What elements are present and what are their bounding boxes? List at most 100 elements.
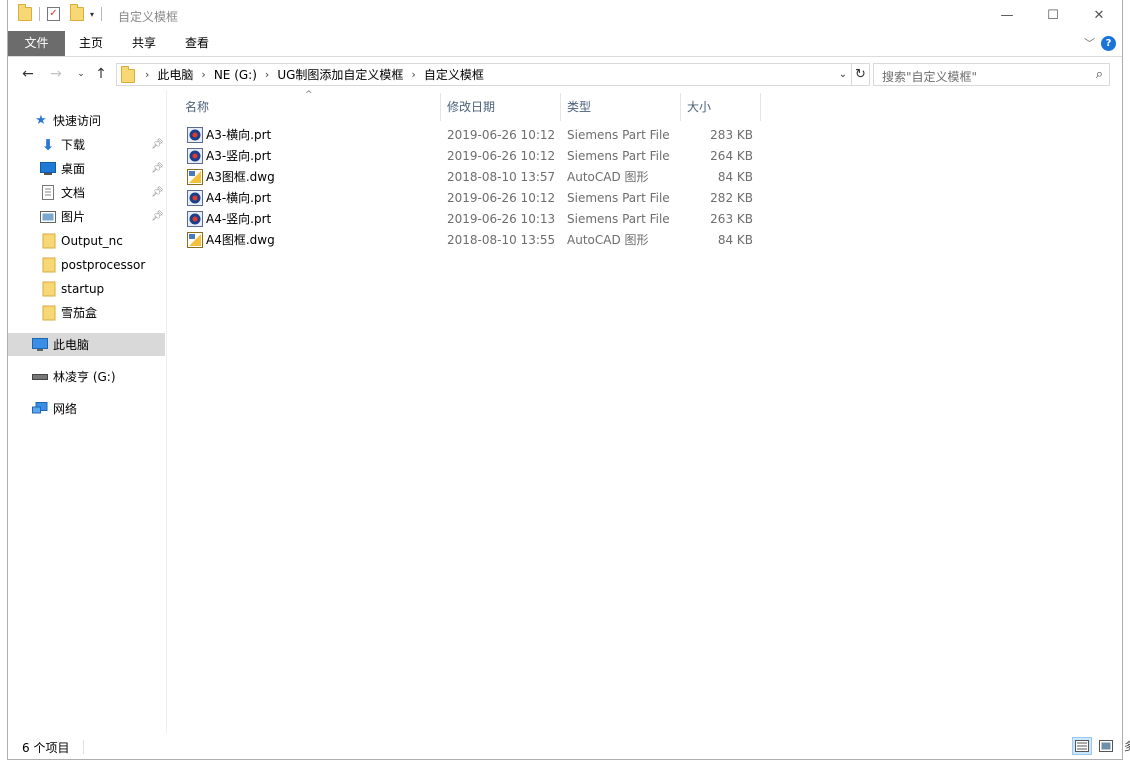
sidebar-item-cigar-box[interactable]: 雪茄盒: [8, 301, 165, 324]
sidebar-item-pictures[interactable]: 图片 📌︎: [8, 205, 165, 228]
sidebar-item-startup[interactable]: startup: [8, 277, 165, 300]
file-row[interactable]: A3-竖向.prt 2019-06-26 10:12 Siemens Part Fi…: [167, 146, 767, 167]
minimize-button[interactable]: —: [984, 0, 1030, 31]
new-folder-icon[interactable]: [70, 4, 84, 21]
sidebar-item-label: startup: [61, 281, 105, 296]
back-button[interactable]: ←: [18, 64, 38, 84]
search-icon[interactable]: ⌕: [1096, 67, 1103, 82]
chevron-right-icon[interactable]: ›: [263, 68, 271, 81]
sort-ascending-icon: ^: [305, 90, 313, 100]
file-modified-date: 2019-06-26 10:12: [447, 149, 556, 163]
file-name: A4图框.dwg: [206, 233, 275, 247]
sidebar-item-desktop[interactable]: 桌面 📌︎: [8, 157, 165, 180]
file-row[interactable]: A4-横向.prt 2019-06-26 10:12 Siemens Part Fi…: [167, 188, 767, 209]
address-bar[interactable]: › 此电脑 › NE (G:) › UG制图添加自定义模框 › 自定义模框 ⌄ …: [116, 63, 870, 86]
sidebar-item-label: 此电脑: [53, 338, 90, 352]
file-row[interactable]: A3图框.dwg 2018-08-10 13:57 AutoCAD 图形 84 KB: [167, 167, 767, 188]
file-size: 264 KB: [710, 149, 753, 163]
sidebar-item-drive-g[interactable]: 林凌亨 (G:): [8, 365, 165, 388]
chevron-right-icon[interactable]: ›: [143, 68, 151, 81]
file-row[interactable]: A4-竖向.prt 2019-06-26 10:13 Siemens Part Fi…: [167, 209, 767, 230]
document-icon: [40, 185, 56, 201]
column-divider[interactable]: [680, 93, 681, 121]
column-divider[interactable]: [760, 93, 761, 121]
sidebar-item-label: Output_nc: [61, 233, 123, 248]
breadcrumb-current-folder[interactable]: 自定义模框: [418, 66, 490, 83]
up-button[interactable]: ↑: [91, 64, 111, 84]
column-header-label: 名称: [185, 99, 210, 114]
pin-icon[interactable]: 📌︎: [151, 163, 164, 174]
file-modified-date: 2018-08-10 13:55: [447, 233, 556, 247]
nx-part-icon: [187, 211, 203, 227]
breadcrumb-parent-folder[interactable]: UG制图添加自定义模框: [271, 66, 409, 83]
desktop-icon: [40, 161, 56, 177]
close-button[interactable]: ✕: [1076, 0, 1122, 31]
expand-ribbon-icon[interactable]: ﹀: [1084, 35, 1095, 51]
column-header-label: 类型: [567, 99, 592, 114]
sidebar-item-postprocessor[interactable]: postprocessor: [8, 253, 165, 276]
status-divider: [83, 740, 84, 754]
maximize-button[interactable]: ☐: [1030, 0, 1076, 31]
search-box[interactable]: 搜索"自定义模框" ⌕: [873, 63, 1110, 86]
details-view-button[interactable]: [1072, 737, 1092, 755]
large-icons-view-button[interactable]: [1096, 737, 1116, 755]
pin-icon[interactable]: 📌︎: [151, 187, 164, 198]
column-divider[interactable]: [560, 93, 561, 121]
folder-icon: [41, 305, 57, 321]
file-size: 84 KB: [717, 233, 753, 247]
drive-icon: [32, 369, 48, 385]
tab-home[interactable]: 主页: [65, 31, 117, 56]
file-list: 名称 ^ 修改日期 类型 大小 A3-横向.prt 2019-06-26 10:1…: [167, 90, 1122, 733]
pin-icon[interactable]: 📌︎: [151, 139, 164, 150]
sidebar-item-output-nc[interactable]: Output_nc: [8, 229, 165, 252]
address-history-dropdown[interactable]: ⌄: [835, 69, 851, 80]
pin-icon[interactable]: 📌︎: [151, 211, 164, 222]
file-row[interactable]: A3-横向.prt 2019-06-26 10:12 Siemens Part Fi…: [167, 125, 767, 146]
column-header-type[interactable]: 类型: [567, 90, 677, 122]
navigation-bar: ← → ⌄ ↑ › 此电脑 › NE (G:) › UG制图添加自定义模框 › …: [8, 58, 1122, 90]
breadcrumb-drive[interactable]: NE (G:): [208, 68, 263, 82]
sidebar-item-documents[interactable]: 文档 📌︎: [8, 181, 165, 204]
column-header-date[interactable]: 修改日期: [447, 90, 557, 122]
sidebar-item-label: 桌面: [61, 162, 86, 176]
customize-toolbar-icon[interactable]: ▾: [90, 10, 94, 19]
column-header-size[interactable]: 大小: [687, 90, 757, 122]
ribbon-tabs: 文件 主页 共享 查看 ﹀ ?: [8, 31, 1122, 57]
tab-view[interactable]: 查看: [171, 31, 223, 56]
tab-file[interactable]: 文件: [8, 31, 65, 56]
recent-locations-button[interactable]: ⌄: [71, 64, 91, 84]
refresh-icon[interactable]: ↻: [851, 64, 869, 85]
sidebar-item-network[interactable]: 网络: [8, 397, 165, 420]
quick-access-toolbar: ✓ ▾: [18, 4, 105, 21]
properties-icon[interactable]: ✓: [47, 7, 60, 21]
window-title: 自定义模框: [118, 10, 179, 24]
details-view-icon: [1075, 740, 1089, 752]
dwg-icon: [187, 232, 203, 248]
sidebar-item-quick-access[interactable]: ★ 快速访问: [8, 109, 165, 132]
column-header-label: 修改日期: [447, 99, 496, 114]
file-row[interactable]: A4图框.dwg 2018-08-10 13:55 AutoCAD 图形 84 KB: [167, 230, 767, 251]
sidebar-item-this-pc[interactable]: 此电脑: [8, 333, 165, 356]
file-type: Siemens Part File: [567, 191, 670, 205]
chevron-right-icon[interactable]: ›: [409, 68, 417, 81]
explorer-window: ✓ ▾ 自定义模框 — ☐ ✕ 文件 主页 共享 查看 ﹀ ? ← → ⌄ ↑ …: [7, 0, 1123, 760]
toolbar-separator: [101, 7, 103, 21]
file-size: 283 KB: [710, 128, 753, 142]
file-name: A4-横向.prt: [206, 191, 272, 205]
file-name: A3-横向.prt: [206, 128, 272, 142]
file-size: 84 KB: [717, 170, 753, 184]
navigation-pane: ★ 快速访问 ⬇ 下载 📌︎ 桌面 📌︎ 文档 📌︎ 图片 📌︎ Output_…: [8, 90, 166, 733]
chevron-right-icon[interactable]: ›: [199, 68, 207, 81]
breadcrumb-this-pc[interactable]: 此电脑: [151, 66, 199, 83]
sidebar-item-label: 文档: [61, 186, 86, 200]
help-icon[interactable]: ?: [1101, 35, 1116, 51]
file-size: 282 KB: [710, 191, 753, 205]
download-icon: ⬇: [41, 135, 55, 154]
sidebar-item-label: 图片: [61, 210, 86, 224]
window-controls: — ☐ ✕: [984, 0, 1122, 31]
tab-share[interactable]: 共享: [118, 31, 170, 56]
sidebar-item-downloads[interactable]: ⬇ 下载 📌︎: [8, 133, 165, 156]
forward-button[interactable]: →: [46, 64, 66, 84]
file-type: AutoCAD 图形: [567, 233, 649, 247]
column-divider[interactable]: [440, 93, 441, 121]
